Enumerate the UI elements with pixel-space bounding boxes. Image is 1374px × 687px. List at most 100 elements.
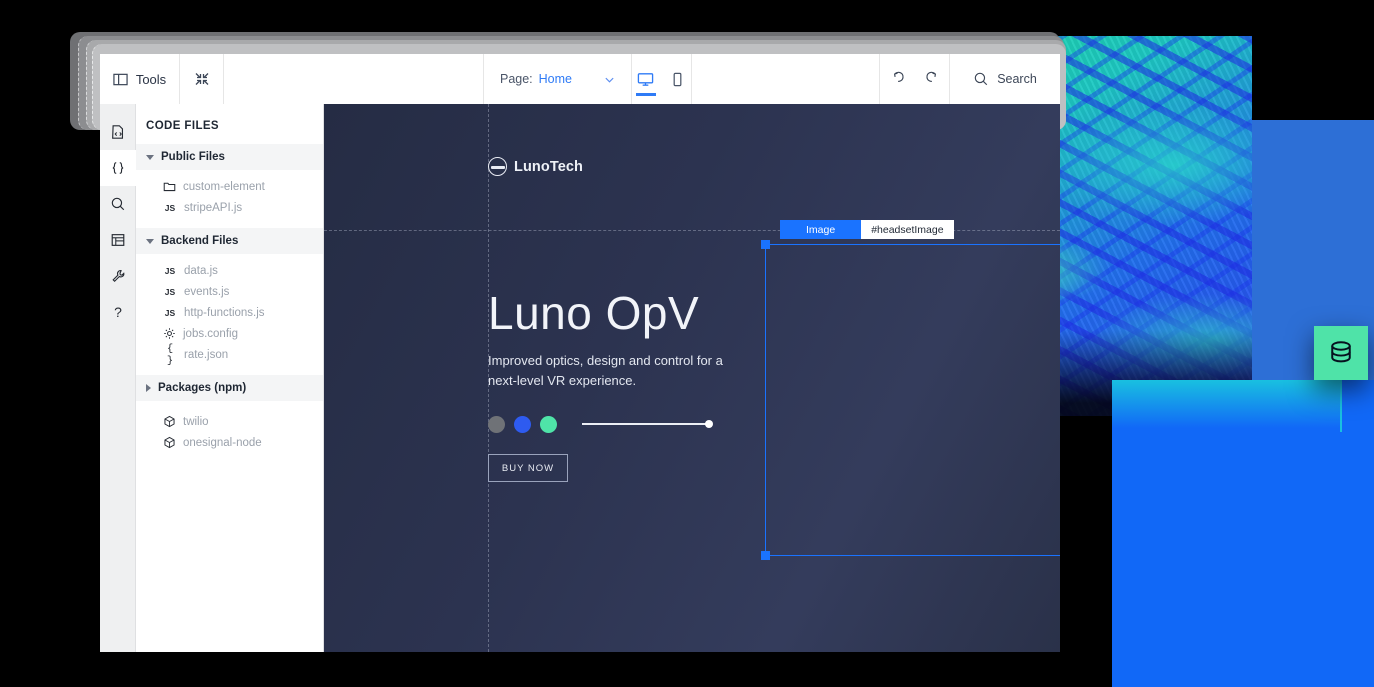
json-icon: { } [166, 342, 174, 367]
background-cyan-strip [1112, 380, 1340, 428]
database-icon [1331, 341, 1351, 363]
js-icon: JS [164, 307, 176, 318]
file-label: jobs.config [183, 327, 238, 340]
tools-button-label: Tools [135, 71, 167, 87]
collapse-button[interactable] [180, 54, 224, 104]
chevron-right-icon [146, 384, 151, 392]
file-group-label: Packages (npm) [158, 382, 247, 394]
search-button[interactable]: Search [950, 54, 1060, 104]
device-toggle-group [632, 54, 692, 104]
luno-circle-logo-icon [488, 157, 507, 176]
selection-id-label: #headsetImage [861, 220, 954, 239]
package-icon [164, 415, 175, 428]
resize-handle-bottom-left[interactable] [761, 551, 770, 560]
desktop-monitor-icon [637, 72, 654, 86]
search-icon [974, 72, 988, 86]
size-slider[interactable] [582, 418, 713, 430]
site-logo-text: LunoTech [514, 158, 583, 175]
file-label: onesignal-node [183, 436, 262, 449]
package-icon [164, 436, 175, 449]
buy-now-button[interactable]: BUY NOW [488, 454, 568, 482]
rail-item-help[interactable]: ? [100, 294, 136, 330]
page-selector-value: Home [538, 72, 572, 86]
code-files-panel: CODE FILES Public Files custom-element J… [136, 104, 324, 652]
search-button-label: Search [997, 72, 1037, 86]
top-toolbar: Tools Page: Home Search [100, 54, 1060, 104]
swatch-green[interactable] [540, 415, 557, 433]
page-selector[interactable]: Page: Home [484, 54, 632, 104]
rail-item-code-file[interactable] [100, 114, 136, 150]
js-icon: JS [164, 202, 176, 213]
file-group-packages[interactable]: Packages (npm) [136, 375, 323, 401]
site-preview-canvas[interactable]: LunoTech Luno OpV Improved optics, desig… [324, 104, 1060, 652]
file-item-data-js[interactable]: JS data.js [136, 260, 323, 281]
redo-button[interactable] [923, 69, 939, 90]
file-item-jobs-config[interactable]: jobs.config [136, 323, 323, 344]
desktop-view-button[interactable] [635, 54, 657, 104]
mobile-phone-icon [673, 72, 682, 86]
swatch-blue[interactable] [514, 415, 531, 433]
file-label: events.js [184, 285, 230, 298]
page-selector-keyword: Page: [499, 72, 533, 86]
screenshot-root: Tools Page: Home Search ? CODE FILES Pub… [0, 0, 1374, 687]
toolbar-spacer-left [224, 54, 484, 104]
resize-handle-top-left[interactable] [761, 240, 770, 249]
undo-button[interactable] [891, 69, 907, 90]
undo-arrow-icon [893, 71, 904, 82]
swatch-gray[interactable] [488, 415, 505, 433]
search-icon [111, 197, 125, 211]
file-label: twilio [183, 415, 209, 428]
help-question-icon: ? [114, 304, 122, 320]
file-group-public[interactable]: Public Files [136, 144, 323, 170]
file-label: custom-element [183, 180, 265, 193]
chevron-down-icon [146, 154, 154, 160]
database-panel-icon [111, 234, 125, 246]
file-label: stripeAPI.js [184, 201, 243, 214]
mobile-view-button[interactable] [667, 54, 689, 104]
wrench-icon [112, 270, 125, 283]
file-label: http-functions.js [184, 306, 265, 319]
rail-item-search[interactable] [100, 186, 136, 222]
db-badge-connector-line [1340, 380, 1342, 432]
toolbar-spacer-right [692, 54, 880, 104]
hero-title: Luno OpV [488, 287, 700, 339]
buy-now-label: BUY NOW [501, 462, 555, 474]
file-item-custom-element[interactable]: custom-element [136, 176, 323, 197]
file-group-label: Backend Files [161, 235, 239, 247]
rail-item-curly-braces[interactable] [100, 150, 136, 186]
file-item-stripeapi[interactable]: JS stripeAPI.js [136, 197, 323, 218]
preview-site-header: LunoTech [324, 149, 1060, 195]
editor-window: Tools Page: Home Search ? CODE FILES Pub… [100, 54, 1060, 652]
file-item-twilio[interactable]: twilio [136, 411, 323, 432]
chevron-down-icon [605, 77, 614, 83]
file-item-events-js[interactable]: JS events.js [136, 281, 323, 302]
file-group-backend[interactable]: Backend Files [136, 228, 323, 254]
panel-layout-icon [113, 73, 128, 85]
hero-content: Luno OpV Improved optics, design and con… [488, 289, 748, 433]
chevron-down-icon [146, 238, 154, 244]
site-logo[interactable]: LunoTech [488, 157, 583, 176]
rail-item-settings[interactable] [100, 258, 136, 294]
code-file-icon [112, 125, 124, 139]
rail-item-database[interactable] [100, 222, 136, 258]
database-badge[interactable] [1314, 326, 1368, 380]
collapse-arrows-icon [195, 73, 208, 85]
file-label: data.js [184, 264, 218, 277]
redo-arrow-icon [925, 71, 936, 82]
curly-braces-icon [112, 162, 124, 174]
file-item-onesignal-node[interactable]: onesignal-node [136, 432, 323, 453]
tools-button[interactable]: Tools [100, 54, 180, 104]
selected-element-outline[interactable]: Image #headsetImage [761, 220, 1060, 560]
file-item-rate-json[interactable]: { } rate.json [136, 342, 323, 367]
js-icon: JS [164, 286, 176, 297]
panel-title: CODE FILES [146, 120, 220, 132]
selection-type-label: Image [780, 220, 862, 239]
left-icon-rail: ? [100, 104, 136, 652]
history-button-group [880, 54, 950, 104]
gear-icon [164, 328, 175, 339]
js-icon: JS [164, 265, 176, 276]
file-item-http-functions[interactable]: JS http-functions.js [136, 302, 323, 323]
file-label: rate.json [184, 348, 229, 361]
slider-knob[interactable] [705, 420, 713, 428]
hero-subtitle: Improved optics, design and control for … [488, 353, 723, 389]
